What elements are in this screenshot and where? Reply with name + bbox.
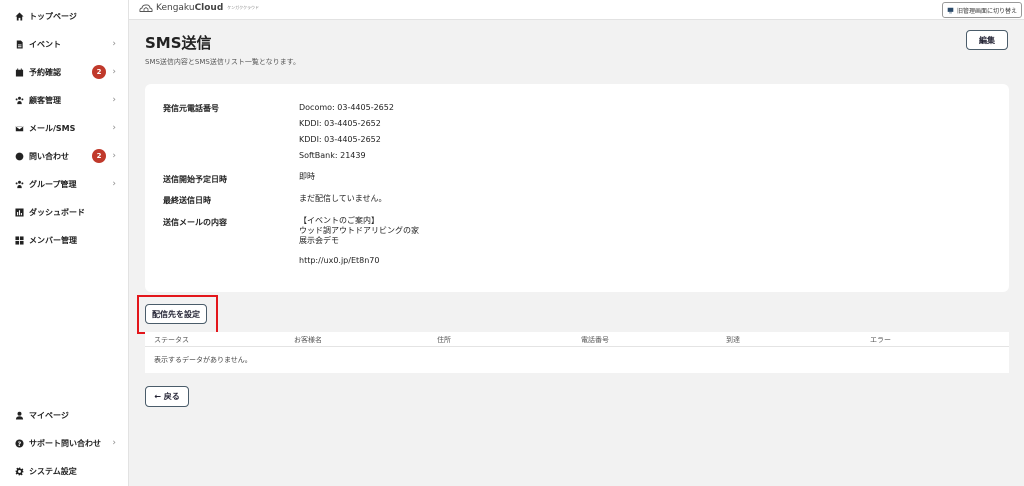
- users-icon: [14, 95, 24, 105]
- sidebar-item-label: グループ管理: [29, 179, 77, 189]
- sidebar-item-event[interactable]: イベント ›: [0, 32, 128, 56]
- message-content-line: ウッド調アウトドアリビングの家: [299, 226, 419, 235]
- sidebar: トップページ イベント › 予約確認 2 › 顧客管理 › メール/SMS › …: [0, 0, 129, 486]
- sidebar-item-system-settings[interactable]: システム設定: [0, 459, 128, 483]
- empty-table-message: 表示するデータがありません。: [154, 356, 252, 364]
- brand-name-bold: Cloud: [194, 3, 224, 13]
- chevron-right-icon: ›: [112, 438, 116, 448]
- brand-logo[interactable]: Kengaku Cloud ケンガククラウド: [139, 3, 259, 13]
- column-header-status[interactable]: ステータス: [154, 335, 189, 345]
- sidebar-item-label: マイページ: [29, 410, 69, 420]
- sender-number-value: KDDI: 03-4405-2652: [299, 119, 381, 128]
- notification-badge: 2: [92, 65, 106, 79]
- set-destination-button[interactable]: 配信先を設定: [145, 304, 207, 324]
- chevron-right-icon: ›: [112, 123, 116, 133]
- page-subtitle: SMS送信内容とSMS送信リスト一覧となります。: [145, 58, 300, 66]
- sidebar-item-label: イベント: [29, 39, 61, 49]
- chevron-right-icon: ›: [112, 179, 116, 189]
- message-content-label: 送信メールの内容: [163, 218, 227, 227]
- last-sent-label: 最終送信日時: [163, 196, 211, 205]
- recipient-table: ステータス お客様名 住所 電話番号 到達 エラー 表示するデータがありません。: [145, 332, 1009, 373]
- gear-icon: [14, 466, 24, 476]
- edit-button[interactable]: 編集: [966, 30, 1008, 50]
- sidebar-item-group[interactable]: グループ管理 ›: [0, 172, 128, 196]
- sidebar-item-support[interactable]: ? サポート問い合わせ ›: [0, 431, 128, 455]
- sidebar-item-members[interactable]: メンバー管理: [0, 228, 128, 252]
- sidebar-item-label: メンバー管理: [29, 235, 77, 245]
- chevron-right-icon: ›: [112, 39, 116, 49]
- schedule-value: 即時: [299, 172, 315, 181]
- help-icon: ?: [14, 438, 24, 448]
- chart-icon: [14, 207, 24, 217]
- home-icon: [14, 11, 24, 21]
- sidebar-item-label: メール/SMS: [29, 123, 76, 133]
- sender-number-label: 発信元電話番号: [163, 104, 219, 113]
- sidebar-item-label: ダッシュボード: [29, 207, 85, 217]
- sidebar-item-label: 問い合わせ: [29, 151, 69, 161]
- sidebar-item-top[interactable]: トップページ: [0, 4, 128, 28]
- sidebar-item-mypage[interactable]: マイページ: [0, 403, 128, 427]
- sidebar-item-label: 予約確認: [29, 67, 61, 77]
- group-icon: [14, 179, 24, 189]
- column-header-address[interactable]: 住所: [437, 335, 451, 345]
- switch-old-admin-label: 旧管理画面に切り替え: [956, 7, 1017, 15]
- sidebar-item-label: サポート問い合わせ: [29, 438, 101, 448]
- calendar-icon: [14, 67, 24, 77]
- chevron-right-icon: ›: [112, 67, 116, 77]
- cloud-house-icon: [139, 4, 153, 12]
- brand-name-light: Kengaku: [156, 3, 195, 13]
- sidebar-item-mail-sms[interactable]: メール/SMS ›: [0, 116, 128, 140]
- user-icon: [14, 410, 24, 420]
- svg-text:?: ?: [17, 440, 21, 447]
- grid-icon: [14, 235, 24, 245]
- sender-number-value: SoftBank: 21439: [299, 151, 366, 160]
- last-sent-value: まだ配信していません。: [299, 194, 387, 203]
- document-icon: [14, 39, 24, 49]
- sidebar-item-label: 顧客管理: [29, 95, 61, 105]
- column-header-error[interactable]: エラー: [870, 335, 891, 345]
- sidebar-item-customers[interactable]: 顧客管理 ›: [0, 88, 128, 112]
- schedule-label: 送信開始予定日時: [163, 175, 227, 184]
- message-content-line: 【イベントのご案内】: [299, 216, 379, 225]
- notification-badge: 2: [92, 149, 106, 163]
- sidebar-item-inquiry[interactable]: 問い合わせ 2 ›: [0, 144, 128, 168]
- sms-detail-card: 発信元電話番号 Docomo: 03-4405-2652 KDDI: 03-44…: [145, 84, 1009, 292]
- message-content-line: 展示会デモ: [299, 236, 339, 245]
- brand-kana: ケンガククラウド: [227, 5, 260, 10]
- page-title: SMS送信: [145, 34, 212, 52]
- chat-icon: [14, 151, 24, 161]
- table-divider: [145, 346, 1009, 347]
- column-header-delivered[interactable]: 到達: [726, 335, 740, 345]
- sidebar-item-label: システム設定: [29, 466, 77, 476]
- column-header-customer-name[interactable]: お客様名: [294, 335, 322, 345]
- column-header-phone[interactable]: 電話番号: [581, 335, 609, 345]
- sender-number-value: KDDI: 03-4405-2652: [299, 135, 381, 144]
- message-content-url[interactable]: http://ux0.jp/Et8n70: [299, 256, 379, 266]
- sender-number-value: Docomo: 03-4405-2652: [299, 103, 394, 112]
- top-header: Kengaku Cloud ケンガククラウド 旧管理画面に切り替え: [129, 0, 1024, 20]
- chevron-right-icon: ›: [112, 151, 116, 161]
- mail-icon: [14, 123, 24, 133]
- sidebar-item-dashboard[interactable]: ダッシュボード: [0, 200, 128, 224]
- sidebar-item-reservation[interactable]: 予約確認 2 ›: [0, 60, 128, 84]
- back-button[interactable]: ← 戻る: [145, 386, 189, 407]
- switch-icon: [947, 7, 954, 13]
- sidebar-item-label: トップページ: [29, 11, 77, 21]
- switch-old-admin-button[interactable]: 旧管理画面に切り替え: [941, 2, 1022, 18]
- chevron-right-icon: ›: [112, 95, 116, 105]
